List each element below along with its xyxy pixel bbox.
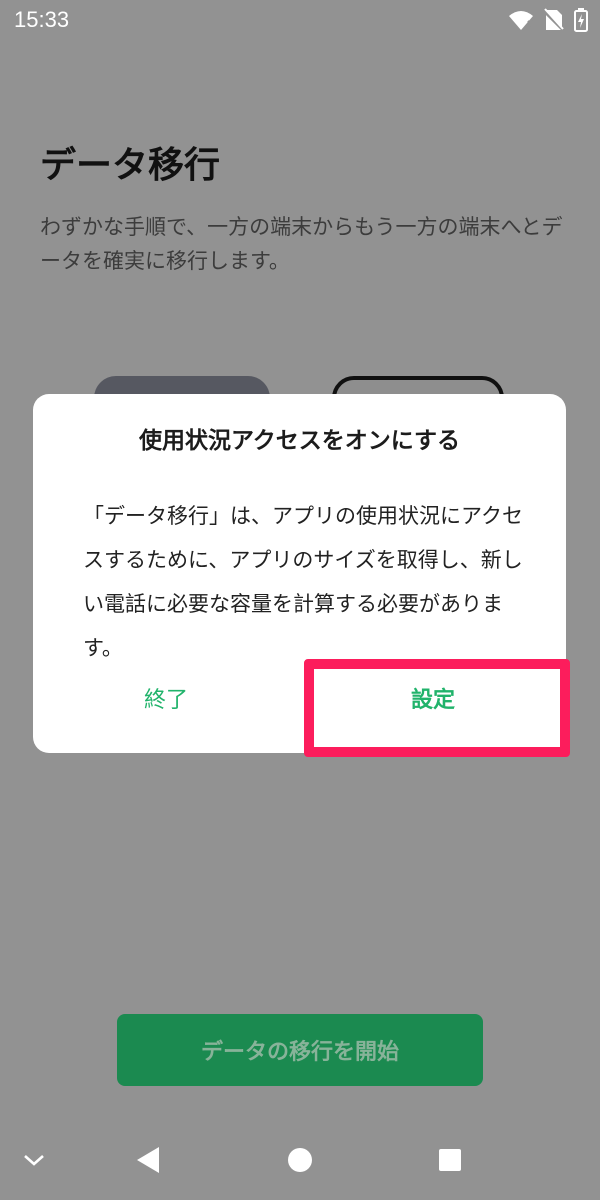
page-title: データ移行 bbox=[40, 145, 221, 186]
page-description: わずかな手順で、一方の端末からもう一方の端末へとデータを確実に移行します。 bbox=[40, 215, 563, 273]
status-bar: 15:33 bbox=[0, 0, 600, 42]
battery-charging-icon bbox=[574, 8, 588, 32]
navigation-bar bbox=[0, 1120, 600, 1200]
no-sim-icon bbox=[544, 8, 564, 32]
dialog-title: 使用状況アクセスをオンにする bbox=[138, 428, 461, 454]
back-icon[interactable] bbox=[126, 1138, 170, 1182]
status-time: 15:33 bbox=[14, 7, 70, 32]
chevron-down-icon[interactable] bbox=[12, 1138, 56, 1182]
home-icon[interactable] bbox=[278, 1138, 322, 1182]
usage-access-dialog: 使用状況アクセスをオンにする 「データ移行」は、アプリの使用状況にアクセスするた… bbox=[33, 394, 566, 753]
wifi-icon bbox=[508, 9, 534, 31]
dialog-message: 「データ移行」は、アプリの使用状況にアクセスするために、アプリのサイズを取得し、… bbox=[83, 504, 523, 660]
end-button[interactable]: 終了 bbox=[103, 678, 229, 724]
start-transfer-button[interactable]: データの移行を開始 bbox=[117, 1014, 483, 1086]
recents-icon[interactable] bbox=[428, 1138, 472, 1182]
settings-button[interactable]: 設定 bbox=[333, 678, 533, 724]
status-icons bbox=[508, 6, 588, 34]
